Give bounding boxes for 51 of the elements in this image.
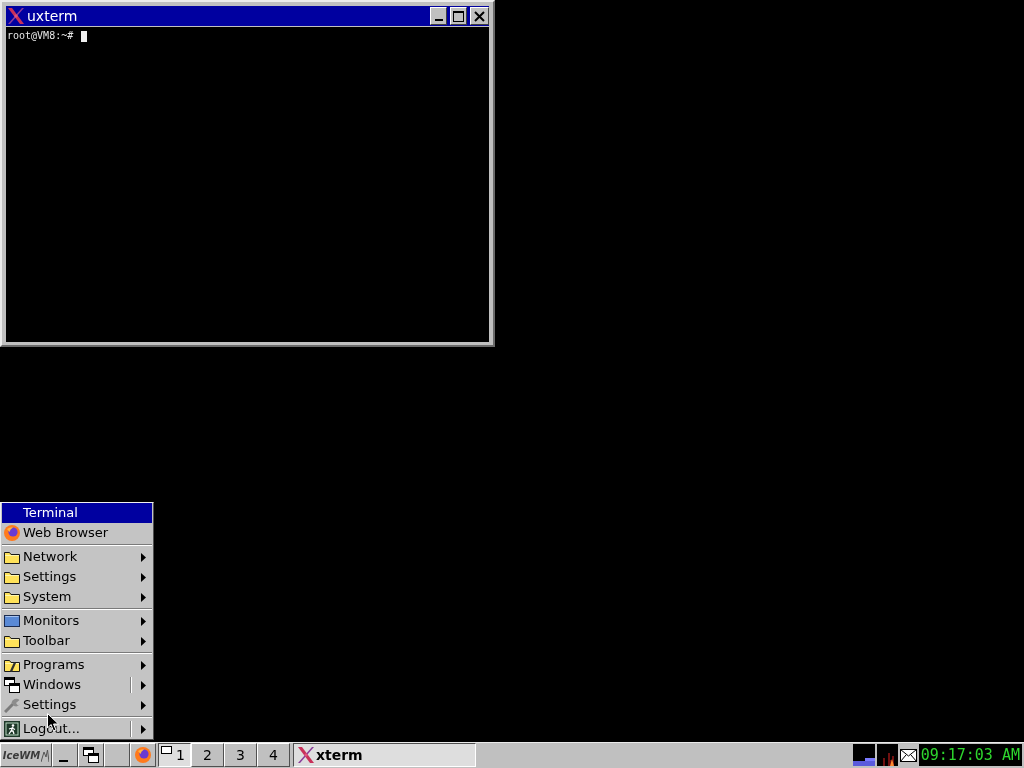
workspace-button[interactable]: 2 (191, 743, 224, 767)
menu-item[interactable]: System (2, 587, 152, 607)
browser-icon (4, 525, 20, 541)
workspace-button[interactable]: 1 (158, 743, 191, 767)
x-logo-icon (8, 8, 24, 24)
blank-button[interactable] (104, 743, 130, 767)
menu-item[interactable]: Settings (2, 695, 152, 715)
maximize-button[interactable] (450, 7, 467, 25)
task-button[interactable]: xterm (293, 743, 476, 767)
menu-item[interactable]: Monitors (2, 611, 152, 631)
menu-item[interactable]: Terminal (2, 503, 152, 523)
window-title: uxterm (27, 7, 79, 25)
cpu-graph (852, 744, 875, 766)
network-graph (876, 744, 898, 766)
folder-icon (4, 657, 20, 673)
clock: 09:17:03 AM (918, 744, 1022, 766)
minimize-button[interactable] (430, 7, 447, 25)
window-list-button[interactable] (78, 743, 104, 767)
browser-icon (135, 747, 151, 763)
browser-launch-button[interactable] (130, 743, 156, 767)
windows-icon (4, 677, 20, 693)
folder-icon (4, 569, 20, 585)
exit-icon (4, 721, 20, 737)
mountain-icon (41, 748, 50, 762)
menu-item[interactable]: Programs (2, 655, 152, 675)
maximize-icon (453, 10, 464, 22)
show-desktop-button[interactable] (52, 743, 78, 767)
menu-item[interactable]: Settings (2, 567, 152, 587)
terminal-text: root@VM8:~# (7, 30, 74, 42)
mail-icon (899, 748, 917, 762)
minimize-icon (434, 19, 443, 21)
folder-icon (4, 589, 20, 605)
submenu-arrow-icon (141, 724, 146, 734)
menu-item[interactable]: Web Browser (2, 523, 152, 543)
workspace-button[interactable]: 4 (257, 743, 290, 767)
windows-icon (83, 747, 99, 763)
text-cursor-icon (81, 30, 88, 42)
x-logo-icon (298, 747, 314, 763)
folder-icon (4, 633, 20, 649)
menu-item[interactable]: Windows (2, 675, 152, 695)
window-preview-icon (161, 746, 172, 754)
close-button[interactable] (470, 7, 489, 25)
close-icon (474, 10, 485, 22)
menu-item[interactable]: Toolbar (2, 631, 152, 651)
start-button[interactable]: IceWM (0, 743, 52, 767)
monitor-icon (4, 613, 20, 629)
folder-icon (4, 549, 20, 565)
workspace-button[interactable]: 3 (224, 743, 257, 767)
underscore-icon (59, 760, 68, 762)
wrench-icon (4, 697, 20, 713)
menu-item[interactable]: Network (2, 547, 152, 567)
